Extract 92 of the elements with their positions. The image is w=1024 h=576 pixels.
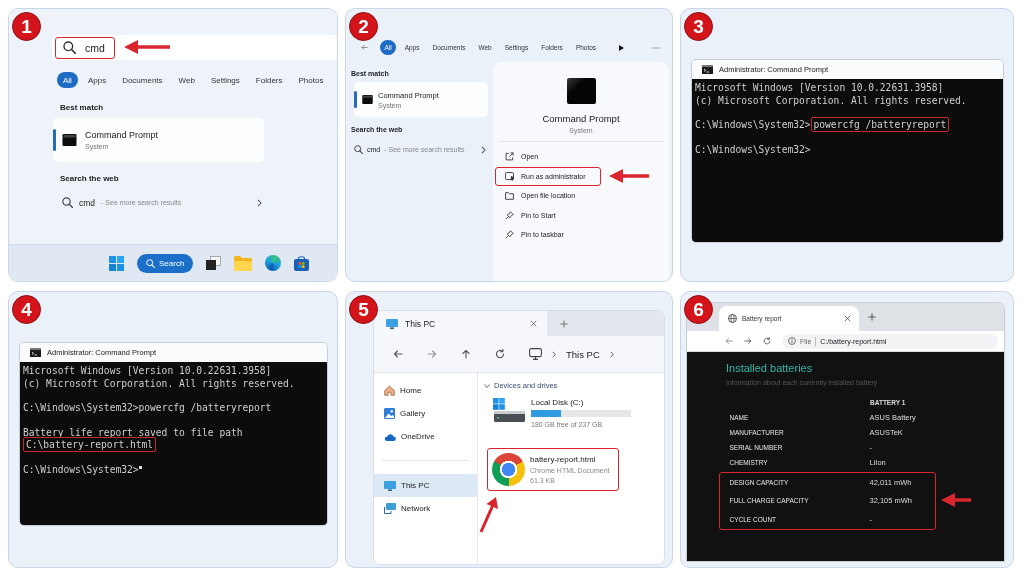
step-badge: 5 — [349, 295, 378, 324]
four-squares-icon[interactable] — [109, 255, 124, 271]
web-query-text: cmd — [79, 197, 96, 208]
output-text: Microsoft Windows [Version 10.0.22631.3958] — [23, 365, 272, 376]
search-icon — [146, 258, 155, 268]
prompt-text: C:\Windows\System32> — [23, 463, 139, 475]
output-text: C:\battery-report.html — [23, 437, 157, 452]
window-tab[interactable]: This PC — [374, 311, 547, 336]
back-arrow-icon[interactable] — [393, 349, 403, 359]
monitor-icon — [529, 348, 542, 360]
filter-tab[interactable]: Web — [172, 72, 201, 88]
search-icon — [63, 41, 76, 54]
command-text: powercfg /batteryreport — [138, 402, 272, 413]
forward-arrow-icon[interactable] — [744, 337, 752, 345]
app-title: Command Prompt — [541, 113, 621, 124]
step-badge: 6 — [684, 295, 713, 324]
breadcrumb-item[interactable]: This PC — [566, 348, 600, 360]
search-icon — [354, 145, 363, 154]
network-icon — [384, 503, 396, 514]
filter-tab[interactable]: Apps — [81, 72, 113, 88]
close-icon[interactable] — [844, 315, 851, 322]
shopping-bag-icon[interactable] — [294, 255, 310, 271]
picture-icon — [384, 408, 395, 419]
step-badge: 4 — [12, 295, 41, 324]
terminal-icon — [62, 134, 77, 146]
filter-tab[interactable]: Documents — [116, 72, 169, 88]
round-logo-icon[interactable] — [265, 255, 282, 271]
pointer-arrow — [608, 169, 649, 184]
result-title: Command Prompt — [85, 130, 159, 140]
filter-tab[interactable]: Photos — [292, 72, 330, 88]
report-title: Installed batteries — [726, 362, 814, 374]
drive-name: Local Disk (C:) — [531, 398, 585, 407]
back-arrow-icon[interactable] — [361, 44, 368, 51]
folder-icon — [505, 191, 514, 200]
sidebar-item[interactable]: Network — [374, 497, 477, 520]
globe-icon — [728, 314, 737, 323]
terminal-icon — [362, 95, 373, 104]
triangle-icon[interactable] — [618, 44, 624, 51]
up-arrow-icon[interactable] — [461, 349, 471, 359]
file-name: battery-report.html — [530, 455, 597, 464]
monitor-icon — [386, 318, 398, 329]
plus-icon[interactable] — [560, 319, 568, 328]
cloud-icon — [384, 432, 396, 441]
prompt-text: C:\Windows\System32> — [695, 119, 811, 130]
hard-drive-icon — [493, 398, 525, 422]
step-badge: 3 — [684, 12, 713, 41]
sidebar-item[interactable]: Gallery — [374, 402, 477, 425]
chevron-right-icon — [609, 350, 614, 358]
search-icon — [62, 197, 73, 208]
browser-logo-icon — [492, 453, 525, 486]
output-text: (c) Microsoft Corporation. All rights reserved. — [23, 377, 295, 389]
sidebar-item[interactable]: This PC — [374, 474, 477, 497]
terminal-icon — [566, 78, 596, 104]
monitor-icon — [384, 480, 396, 491]
pointer-arrow — [479, 497, 499, 533]
chevron-right-icon — [552, 350, 556, 358]
prompt-text: C:\Windows\System32> — [23, 402, 139, 413]
window-icon — [505, 171, 514, 181]
refresh-icon[interactable] — [763, 337, 771, 345]
chevron-right-icon — [481, 145, 486, 154]
output-text: Battery life report saved to file path — [23, 426, 243, 438]
pointer-arrow — [941, 493, 971, 508]
step-badge: 2 — [349, 12, 378, 41]
stacked-windows-icon[interactable] — [206, 256, 222, 270]
pin-icon — [505, 230, 514, 240]
search-field[interactable]: cmd — [52, 35, 337, 60]
close-icon[interactable] — [530, 320, 537, 327]
filter-tab[interactable]: Folders — [249, 72, 289, 88]
terminal-icon — [702, 65, 713, 74]
output-text: (c) Microsoft Corporation. All rights reserved. — [695, 94, 967, 106]
prompt-text: C:\Windows\System32> — [695, 143, 811, 155]
sidebar-item[interactable]: OneDrive — [374, 425, 477, 448]
output-text: Microsoft Windows [Version 10.0.22631.3958] — [695, 82, 944, 93]
plus-icon[interactable] — [868, 313, 876, 321]
filter-tab[interactable]: Settings — [204, 72, 246, 88]
terminal-icon — [30, 348, 41, 357]
back-arrow-icon[interactable] — [725, 337, 733, 345]
search-text: cmd — [85, 41, 105, 54]
chevron-right-icon — [257, 198, 262, 207]
search-button[interactable]: Search — [137, 253, 194, 273]
filter-tab[interactable]: All — [57, 72, 78, 88]
external-link-icon — [505, 152, 514, 162]
pin-icon — [505, 210, 514, 220]
info-icon — [788, 337, 796, 345]
home-icon — [384, 385, 395, 396]
command-text: powercfg /batteryreport — [810, 117, 950, 132]
sidebar-item[interactable]: Home — [374, 379, 477, 402]
forward-arrow-icon[interactable] — [427, 349, 437, 359]
section-heading: Best match — [60, 103, 105, 112]
pointer-arrow — [124, 40, 170, 54]
refresh-icon[interactable] — [495, 349, 505, 359]
section-heading: Search the web — [60, 174, 120, 183]
